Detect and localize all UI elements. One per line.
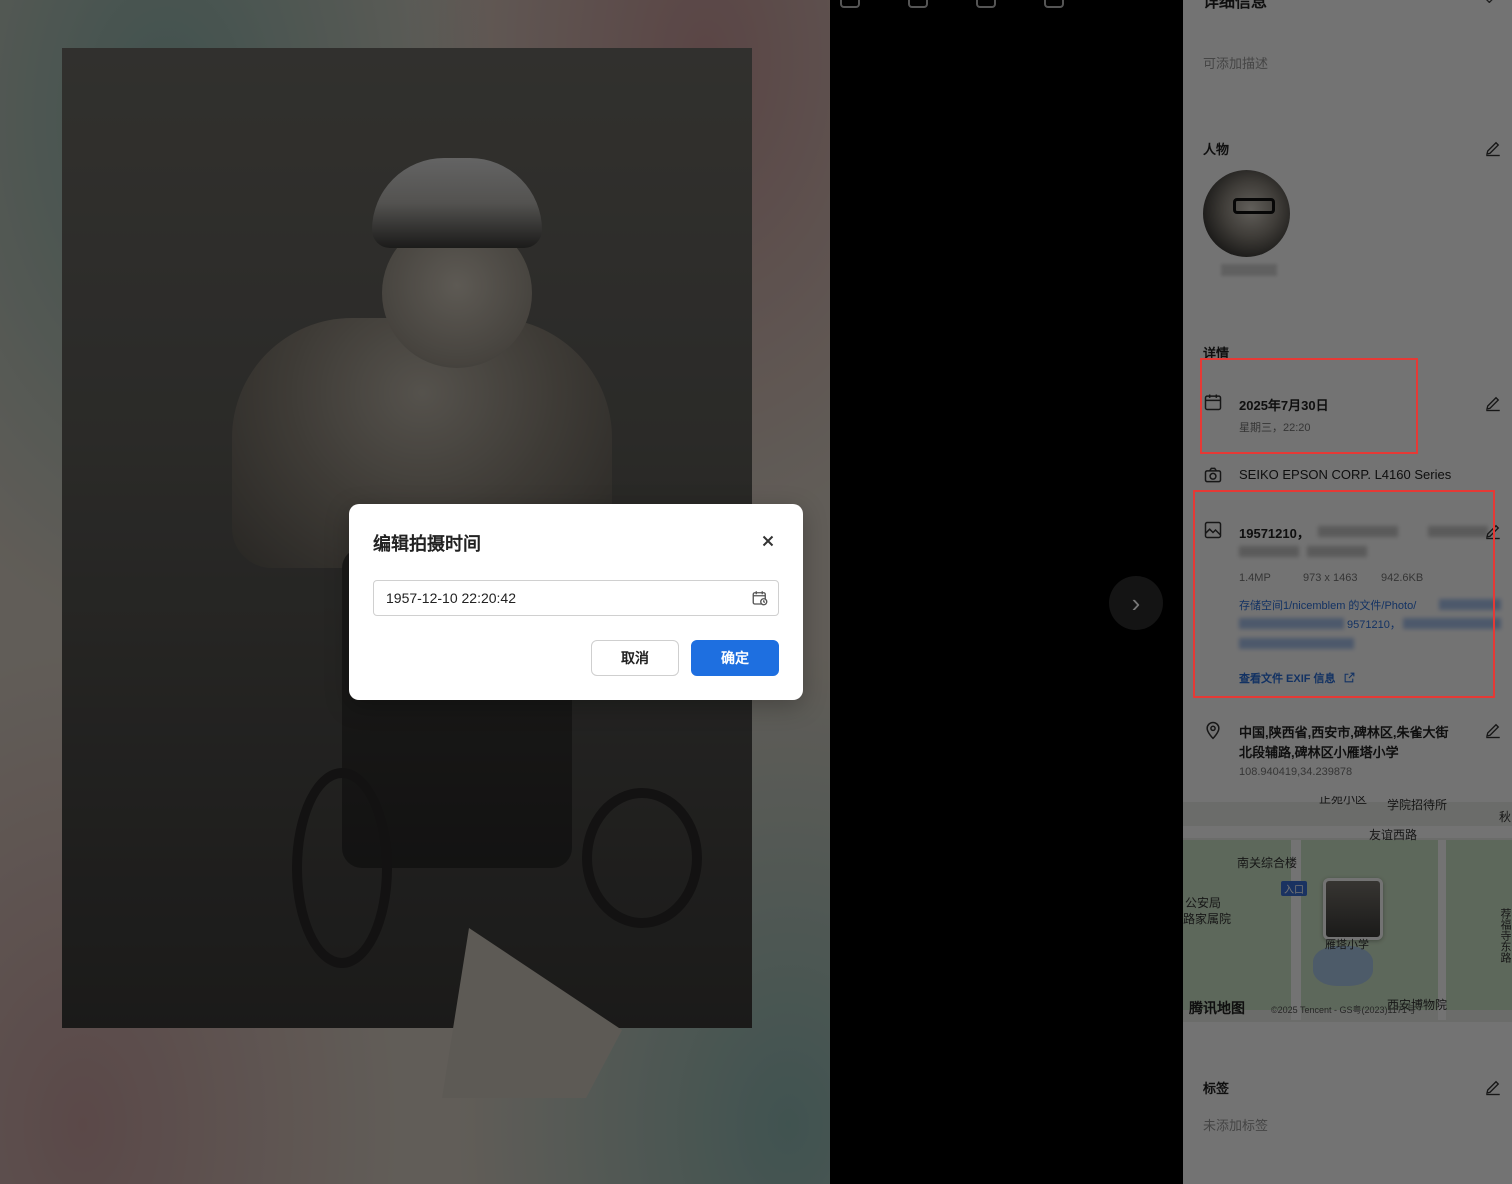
date-row: 2025年7月30日 星期三，22:20 <box>1203 392 1493 442</box>
details-heading: 详情 <box>1203 346 1230 361</box>
map-copyright: ©2025 Tencent - GS粤(2023)1171号 <box>1271 1005 1416 1015</box>
cancel-button[interactable]: 取消 <box>591 640 679 676</box>
exif-link-label: 查看文件 EXIF 信息 <box>1239 673 1336 685</box>
chevron-right-icon: › <box>1131 587 1141 618</box>
date-sub: 星期三，22:20 <box>1239 422 1311 434</box>
calendar-icon <box>1203 392 1223 412</box>
image-file-icon <box>1203 520 1223 540</box>
viewer-toolbar <box>840 0 1064 8</box>
map-label: 路家属院 <box>1183 912 1232 926</box>
date-main: 2025年7月30日 <box>1239 398 1329 413</box>
file-path[interactable]: 存储空间1/nicemblem 的文件/Photo/ <box>1239 597 1416 613</box>
map-label: 南关综合楼 <box>1237 856 1298 870</box>
edit-people-icon[interactable] <box>1484 139 1502 157</box>
edit-file-icon[interactable] <box>1484 522 1502 540</box>
map-label: 正苑小区 <box>1319 796 1368 806</box>
info-icon[interactable] <box>1044 0 1064 8</box>
camera-model: SEIKO EPSON CORP. L4160 Series <box>1239 467 1452 482</box>
description-placeholder[interactable]: 可添加描述 <box>1203 53 1268 72</box>
file-name: 19571210， <box>1239 526 1310 541</box>
location-map[interactable]: 正苑小区 学院招待所 秋 友谊西路 南关综合楼 入口 公安局 路家属院 雁塔小学… <box>1183 796 1512 1022</box>
location-line1: 中国,陕西省,西安市,碑林区,朱雀大街 <box>1239 725 1449 740</box>
location-pin-icon <box>1203 720 1223 740</box>
info-panel: 详细信息 ⌄ 可添加描述 人物 详情 2025年7月30日 星期三，22:20 … <box>1183 0 1512 1184</box>
person-avatar[interactable] <box>1203 170 1290 257</box>
map-label: 学院招待所 <box>1387 798 1448 812</box>
next-photo-button[interactable]: › <box>1109 576 1163 630</box>
tags-placeholder[interactable]: 未添加标签 <box>1203 1115 1268 1134</box>
coordinates: 108.940419,34.239878 <box>1239 766 1353 778</box>
zoom-icon[interactable] <box>976 0 996 8</box>
bookmark-icon[interactable] <box>840 0 860 8</box>
calendar-picker-icon[interactable] <box>751 589 769 607</box>
camera-icon <box>1203 465 1223 485</box>
file-path-line2[interactable]: 9571210， <box>1347 616 1401 632</box>
map-label: 雁塔小学 <box>1325 939 1369 951</box>
file-row: 19571210， 1.4MP 973 x 1463 942.6KB 存储空间1… <box>1203 520 1501 690</box>
map-provider-logo: 腾讯地图 <box>1189 1000 1245 1016</box>
file-size: 942.6KB <box>1381 572 1424 584</box>
map-label: 公安局 <box>1185 896 1222 910</box>
copy-icon[interactable] <box>908 0 928 8</box>
edit-location-icon[interactable] <box>1484 721 1502 739</box>
map-label: 友谊西路 <box>1369 828 1418 842</box>
edit-tags-icon[interactable] <box>1484 1078 1502 1096</box>
map-label: 荐福寺东路 <box>1499 908 1511 963</box>
location-row: 中国,陕西省,西安市,碑林区,朱雀大街 北段辅路,碑林区小雁塔小学 108.94… <box>1203 720 1493 780</box>
confirm-button[interactable]: 确定 <box>691 640 779 676</box>
person-name-redacted <box>1221 264 1277 276</box>
file-resolution: 973 x 1463 <box>1303 572 1358 584</box>
close-icon[interactable] <box>759 532 777 550</box>
map-photo-marker[interactable] <box>1323 878 1383 940</box>
collapse-icon[interactable]: ⌄ <box>1483 0 1496 8</box>
map-label: 入口 <box>1281 881 1307 896</box>
dialog-title: 编辑拍摄时间 <box>373 534 481 554</box>
panel-title: 详细信息 <box>1203 0 1268 11</box>
file-megapixels: 1.4MP <box>1239 572 1271 584</box>
people-heading: 人物 <box>1203 142 1230 157</box>
camera-row: SEIKO EPSON CORP. L4160 Series <box>1203 465 1493 487</box>
tags-heading: 标签 <box>1203 1081 1230 1096</box>
datetime-input[interactable] <box>373 580 779 616</box>
exif-link[interactable]: 查看文件 EXIF 信息 <box>1239 670 1356 687</box>
edit-date-icon[interactable] <box>1484 394 1502 412</box>
map-label: 秋 <box>1499 810 1512 824</box>
edit-capture-time-dialog: 编辑拍摄时间 取消 确定 <box>349 504 803 700</box>
external-link-icon <box>1343 671 1356 687</box>
location-line2: 北段辅路,碑林区小雁塔小学 <box>1239 745 1399 760</box>
